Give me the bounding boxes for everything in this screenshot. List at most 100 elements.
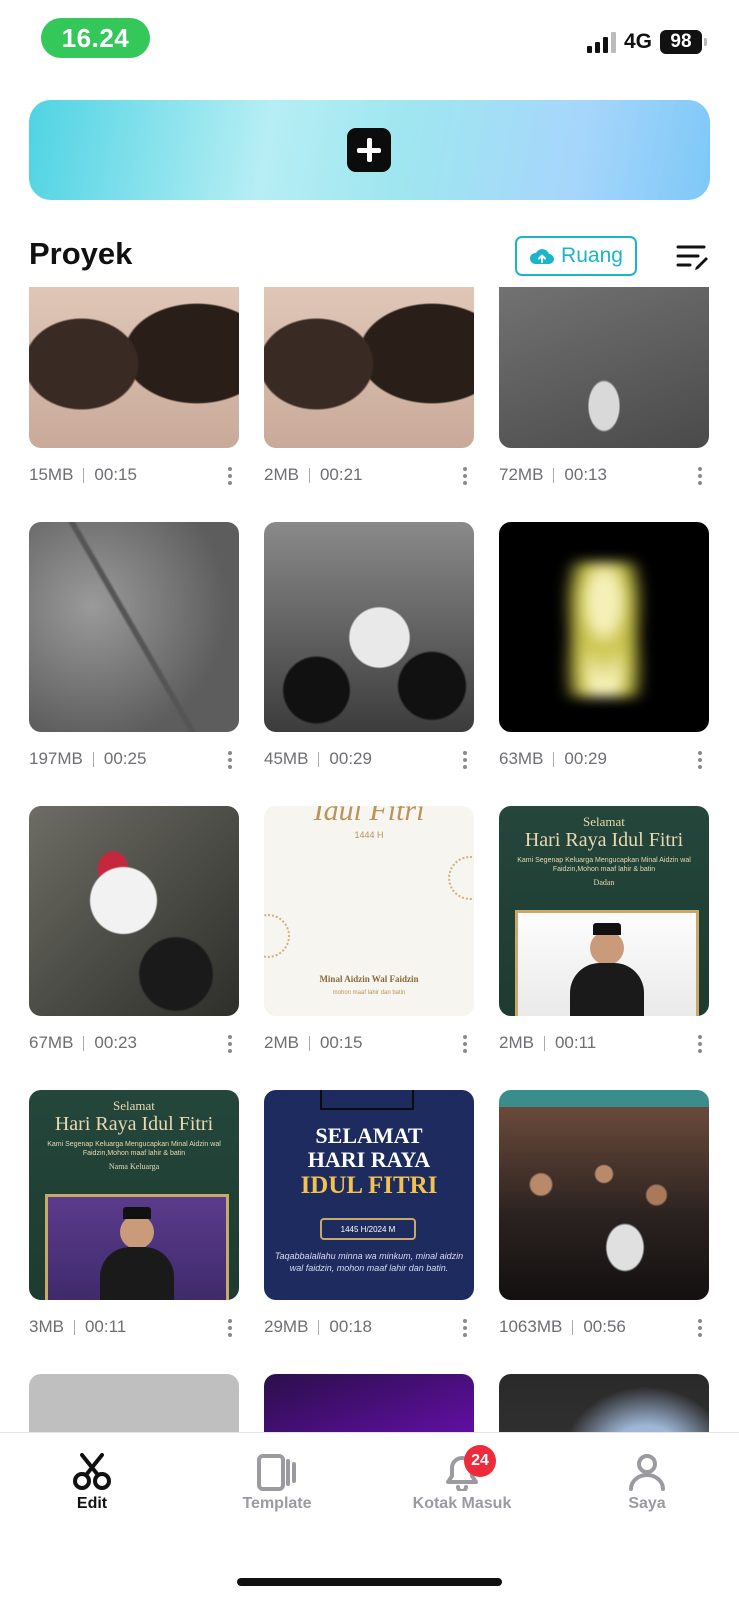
more-options-icon[interactable] (697, 751, 703, 769)
project-size: 2MB (499, 1033, 534, 1052)
project-thumbnail[interactable]: Selamat Hari Raya Idul Fitri Kami Segena… (499, 806, 709, 1016)
more-options-icon[interactable] (697, 1035, 703, 1053)
thumb-text: HARI RAYA (307, 1147, 431, 1172)
project-size: 45MB (264, 749, 309, 768)
project-card[interactable] (29, 1374, 239, 1432)
project-card[interactable]: Selamat Hari Raya Idul Fitri Kami Segena… (499, 806, 709, 1090)
project-duration: 00:18 (329, 1317, 372, 1336)
more-options-icon[interactable] (227, 467, 233, 485)
project-card[interactable]: 45MB 00:29 (264, 522, 474, 806)
project-card[interactable]: 1063MB 00:56 (499, 1090, 709, 1374)
tab-label: Template (242, 1495, 312, 1512)
thumb-text: Idul Fitri (313, 806, 425, 827)
project-size: 63MB (499, 749, 544, 768)
project-card[interactable]: Idul Fitri 1444 H Minal Aidzin Wal Faidz… (264, 806, 474, 1090)
tab-inbox[interactable]: 24 Kotak Masuk (392, 1445, 532, 1513)
battery-icon: 98 (660, 30, 707, 54)
project-thumbnail[interactable] (499, 1374, 709, 1432)
network-type: 4G (623, 30, 652, 53)
project-size: 15MB (29, 465, 74, 484)
new-project-button[interactable] (29, 100, 710, 200)
home-indicator[interactable] (237, 1578, 502, 1586)
thumb-text: Nama Keluarga (108, 1162, 160, 1171)
scissors-icon (73, 1453, 111, 1490)
status-indicators: 4G 98 (586, 30, 707, 54)
project-card[interactable]: 197MB 00:25 (29, 522, 239, 806)
project-thumbnail[interactable] (499, 287, 709, 448)
bottom-nav: Edit Template 24 Kotak Masuk Saya (0, 1432, 739, 1601)
status-bar: 16.24 4G 98 (0, 0, 739, 80)
thumb-text: mohon maaf lahir dan batin (332, 990, 406, 996)
photo-frame (515, 910, 699, 1016)
project-duration: 00:15 (94, 465, 137, 484)
template-icon (257, 1454, 296, 1491)
project-thumbnail[interactable] (499, 1090, 709, 1300)
thumb-text: Taqabbalallahu minna wa minkum, minal ai… (274, 1251, 464, 1273)
thumb-text: Minal Aidzin Wal Faidzin (319, 974, 419, 984)
project-thumbnail[interactable] (29, 287, 239, 448)
project-thumbnail[interactable]: Selamat Hari Raya Idul Fitri Kami Segena… (29, 1090, 239, 1300)
project-card[interactable]: 15MB 00:15 (29, 287, 239, 522)
project-duration: 00:11 (84, 1317, 127, 1336)
project-thumbnail[interactable] (29, 806, 239, 1016)
project-card[interactable]: 63MB 00:29 (499, 522, 709, 806)
thumb-text: Selamat (583, 814, 625, 829)
project-card[interactable]: SELAMAT HARI RAYA IDUL FITRI 1445 H/2024 … (264, 1090, 474, 1374)
profile-icon (629, 1454, 665, 1491)
project-size: 197MB (29, 749, 83, 768)
project-card[interactable] (264, 1374, 474, 1432)
thumb-text: IDUL FITRI (300, 1172, 438, 1199)
project-size: 72MB (499, 465, 544, 484)
project-card[interactable]: 2MB 00:21 (264, 287, 474, 522)
project-size: 2MB (264, 465, 299, 484)
project-thumbnail[interactable]: SELAMAT HARI RAYA IDUL FITRI 1445 H/2024 … (264, 1090, 474, 1300)
project-card[interactable]: 67MB 00:23 (29, 806, 239, 1090)
project-thumbnail[interactable] (264, 522, 474, 732)
project-duration: 00:15 (319, 1033, 363, 1052)
project-size: 1063MB (499, 1317, 563, 1336)
more-options-icon[interactable] (227, 751, 233, 769)
edit-list-icon[interactable] (676, 242, 710, 272)
project-size: 3MB (29, 1317, 64, 1336)
project-card[interactable] (499, 1374, 709, 1432)
project-card[interactable]: Selamat Hari Raya Idul Fitri Kami Segena… (29, 1090, 239, 1374)
thumb-text: Selamat (113, 1098, 155, 1113)
more-options-icon[interactable] (462, 1035, 468, 1053)
signal-icon (586, 31, 616, 53)
project-duration: 00:25 (103, 749, 147, 768)
more-options-icon[interactable] (227, 1319, 233, 1337)
tab-edit[interactable]: Edit (22, 1453, 162, 1513)
project-thumbnail[interactable] (29, 522, 239, 732)
thumb-text: Dadan (593, 878, 615, 887)
project-thumbnail[interactable]: Idul Fitri 1444 H Minal Aidzin Wal Faidz… (264, 806, 474, 1016)
more-options-icon[interactable] (462, 467, 468, 485)
project-size: 29MB (264, 1317, 309, 1336)
more-options-icon[interactable] (697, 467, 703, 485)
tab-profile[interactable]: Saya (577, 1453, 717, 1513)
ornament-icon (448, 856, 474, 900)
thumb-text: Hari Raya Idul Fitri (524, 829, 684, 851)
project-card[interactable]: 72MB 00:13 (499, 287, 709, 522)
project-thumbnail[interactable] (29, 1374, 239, 1432)
more-options-icon[interactable] (227, 1035, 233, 1053)
plus-icon (347, 128, 391, 172)
project-duration: 00:23 (94, 1033, 137, 1052)
more-options-icon[interactable] (697, 1319, 703, 1337)
tab-label: Edit (76, 1495, 108, 1512)
project-duration: 00:56 (583, 1317, 626, 1336)
project-thumbnail[interactable] (499, 522, 709, 732)
more-options-icon[interactable] (462, 1319, 468, 1337)
ruang-label: Ruang (561, 244, 623, 267)
tab-label: Saya (628, 1495, 666, 1512)
cloud-upload-icon (530, 249, 555, 264)
more-options-icon[interactable] (462, 751, 468, 769)
project-duration: 00:21 (319, 465, 363, 484)
project-size: 2MB (264, 1033, 299, 1052)
project-thumbnail[interactable] (264, 287, 474, 448)
tab-template[interactable]: Template (207, 1453, 347, 1513)
ruang-button[interactable]: Ruang (515, 236, 637, 276)
project-grid: 15MB 00:15 2MB 00:21 72MB 00:13 197MB 00:25 … (0, 287, 739, 1432)
ornament-icon (264, 914, 290, 958)
project-thumbnail[interactable] (264, 1374, 474, 1432)
thumb-text: Kami Segenap Keluarga Mengucapkan Minal … (47, 1141, 221, 1157)
